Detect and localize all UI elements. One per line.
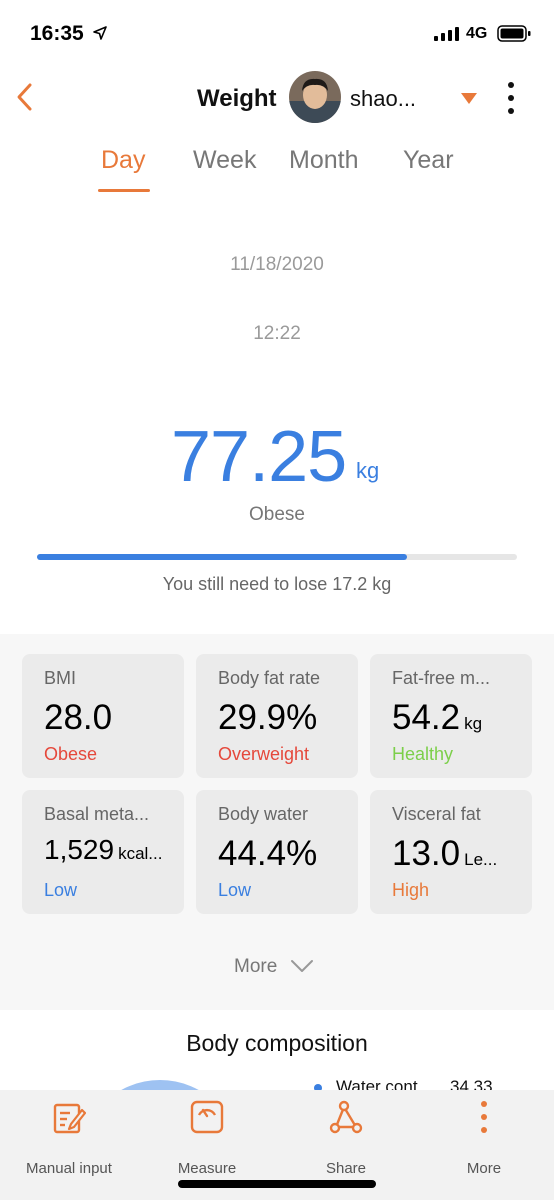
- goal-progress-fill: [37, 554, 407, 560]
- metric-label: Body fat rate: [218, 668, 321, 688]
- metric-status: Healthy: [392, 744, 454, 764]
- share-icon: [329, 1100, 363, 1134]
- metric-value: 28.0: [44, 698, 113, 737]
- manual-input-button[interactable]: Manual input: [0, 1090, 138, 1200]
- status-time: 16:35: [30, 22, 84, 45]
- manual-input-label: Manual input: [26, 1160, 112, 1177]
- legend-label: Water cont...: [336, 1080, 432, 1090]
- metric-label: Body water: [218, 804, 309, 824]
- metric-label: Basal meta...: [44, 804, 150, 824]
- back-chevron-icon[interactable]: [12, 80, 38, 114]
- metric-status: Overweight: [218, 744, 310, 764]
- metric-value: 54.2: [392, 698, 461, 737]
- metrics-section: BMI 28.0 Obese Body fat rate 29.9% Overw…: [0, 634, 554, 920]
- body-composition-chart: Water cont... 34.33: [0, 1080, 554, 1090]
- edit-icon: [53, 1103, 86, 1134]
- more-nav-label: More: [466, 1160, 502, 1177]
- metric-value: 13.0: [392, 834, 461, 873]
- more-button[interactable]: More: [415, 1090, 553, 1200]
- measure-label: Measure: [177, 1160, 237, 1177]
- metric-card-bmi[interactable]: BMI 28.0 Obese: [22, 654, 184, 778]
- tab-year[interactable]: Year: [403, 146, 454, 175]
- avatar[interactable]: [289, 71, 341, 123]
- metric-card-basal-metabolism[interactable]: Basal meta... 1,529 kcal... Low: [22, 790, 184, 914]
- composition-donut: [80, 1080, 240, 1090]
- goal-hint: You still need to lose 17.2 kg: [162, 574, 392, 594]
- metric-status: High: [392, 880, 430, 900]
- metric-value: 44.4%: [218, 834, 318, 873]
- more-vertical-icon[interactable]: [505, 81, 517, 115]
- location-arrow-icon: [93, 26, 107, 40]
- metric-label: Fat-free m...: [392, 668, 491, 688]
- scale-icon: [190, 1100, 224, 1134]
- share-label: Share: [325, 1160, 367, 1177]
- more-vertical-icon: [481, 1101, 487, 1133]
- avatar-image: [289, 71, 341, 123]
- weight-unit: kg: [356, 458, 380, 483]
- header: Weight shao...: [0, 66, 554, 128]
- metric-card-fat-free-mass[interactable]: Fat-free m... 54.2 kg Healthy: [370, 654, 532, 778]
- battery-icon: [497, 25, 531, 42]
- metric-unit: kg: [464, 714, 483, 733]
- active-tab-indicator: [98, 189, 150, 192]
- cellular-signal-icon: [434, 27, 459, 41]
- caret-down-icon[interactable]: [460, 92, 478, 105]
- user-name[interactable]: shao...: [350, 86, 416, 112]
- measurement-time: 12:22: [253, 323, 301, 344]
- metric-card-visceral-fat[interactable]: Visceral fat 13.0 Le... High: [370, 790, 532, 914]
- goal-progress-bar: [37, 554, 517, 560]
- page-title: Weight: [197, 85, 277, 112]
- metric-unit: Le...: [464, 850, 498, 869]
- metric-value: 29.9%: [218, 698, 318, 737]
- tab-day[interactable]: Day: [101, 146, 145, 175]
- home-indicator: [178, 1180, 376, 1188]
- measurement-date: 11/18/2020: [230, 254, 324, 275]
- more-expander[interactable]: More: [0, 920, 554, 1010]
- metric-unit: kcal...: [118, 844, 163, 863]
- metric-status: Low: [44, 880, 78, 900]
- chevron-down-icon: [291, 960, 313, 972]
- tab-month[interactable]: Month: [289, 146, 358, 175]
- period-tabs: Day Week Month Year: [0, 140, 554, 196]
- status-bar: 16:35 4G: [0, 0, 554, 66]
- legend-value: 34.33: [450, 1080, 493, 1090]
- metric-status: Low: [218, 880, 252, 900]
- body-composition-title: Body composition: [186, 1030, 368, 1056]
- weight-status: Obese: [249, 504, 305, 525]
- weight-value: 77.25: [171, 417, 347, 497]
- metric-card-body-water[interactable]: Body water 44.4% Low: [196, 790, 358, 914]
- metric-label: Visceral fat: [392, 804, 481, 824]
- network-type: 4G: [466, 25, 488, 42]
- more-label: More: [234, 956, 278, 977]
- metric-label: BMI: [44, 668, 77, 688]
- tab-week[interactable]: Week: [193, 146, 256, 175]
- metric-card-body-fat[interactable]: Body fat rate 29.9% Overweight: [196, 654, 358, 778]
- metric-value: 1,529: [44, 834, 115, 865]
- metric-status: Obese: [44, 744, 98, 764]
